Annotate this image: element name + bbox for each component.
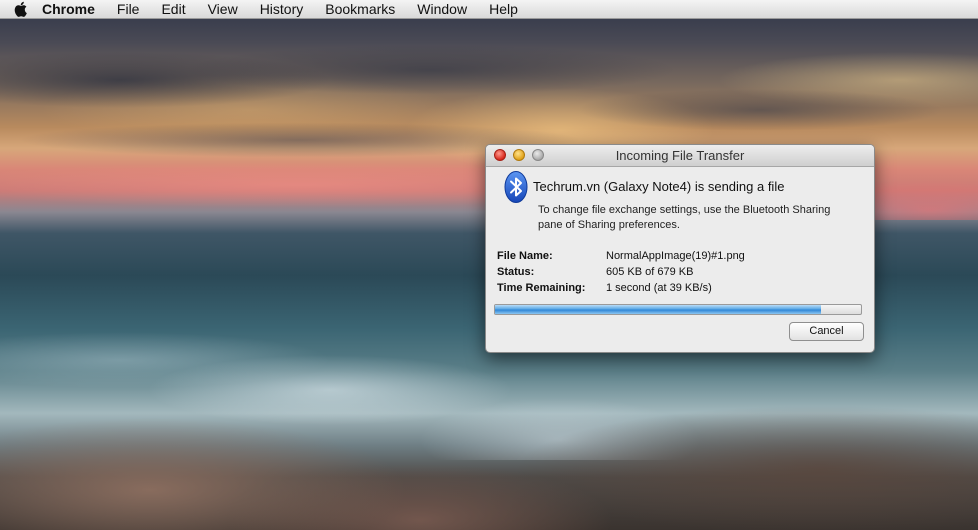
dialog-titlebar[interactable]: Incoming File Transfer bbox=[486, 145, 874, 167]
detail-row-status: Status: 605 KB of 679 KB bbox=[497, 264, 745, 280]
menu-file[interactable]: File bbox=[117, 0, 140, 18]
incoming-file-transfer-dialog: Incoming File Transfer Techrum.vn (Galax… bbox=[485, 144, 875, 353]
menu-window[interactable]: Window bbox=[417, 0, 467, 18]
transfer-description: To change file exchange settings, use th… bbox=[538, 204, 831, 231]
menu-bookmarks[interactable]: Bookmarks bbox=[325, 0, 395, 18]
menu-bar: Chrome File Edit View History Bookmarks … bbox=[0, 0, 978, 19]
file-name-label: File Name: bbox=[497, 250, 553, 262]
status-label: Status: bbox=[497, 266, 535, 278]
transfer-details: File Name: NormalAppImage(19)#1.png Stat… bbox=[497, 248, 745, 296]
transfer-progress-fill bbox=[495, 305, 821, 314]
status-value: 605 KB of 679 KB bbox=[606, 266, 694, 278]
file-name-value: NormalAppImage(19)#1.png bbox=[606, 250, 745, 262]
menu-app-chrome[interactable]: Chrome bbox=[42, 0, 95, 18]
menu-edit[interactable]: Edit bbox=[161, 0, 185, 18]
detail-row-file-name: File Name: NormalAppImage(19)#1.png bbox=[497, 248, 745, 264]
transfer-headline: Techrum.vn (Galaxy Note4) is sending a f… bbox=[533, 179, 785, 194]
detail-row-time-remaining: Time Remaining: 1 second (at 39 KB/s) bbox=[497, 280, 745, 296]
time-remaining-label: Time Remaining: bbox=[497, 282, 586, 294]
menu-view[interactable]: View bbox=[208, 0, 238, 18]
wallpaper-rocks bbox=[0, 400, 978, 530]
apple-logo-icon[interactable] bbox=[12, 1, 30, 17]
menu-history[interactable]: History bbox=[260, 0, 304, 18]
wallpaper-clouds bbox=[0, 20, 978, 160]
bluetooth-icon bbox=[504, 171, 528, 203]
dialog-title: Incoming File Transfer bbox=[615, 148, 745, 163]
cancel-button[interactable]: Cancel bbox=[789, 322, 864, 341]
menu-help[interactable]: Help bbox=[489, 0, 518, 18]
transfer-progress-bar bbox=[494, 304, 862, 315]
time-remaining-value: 1 second (at 39 KB/s) bbox=[606, 282, 712, 294]
